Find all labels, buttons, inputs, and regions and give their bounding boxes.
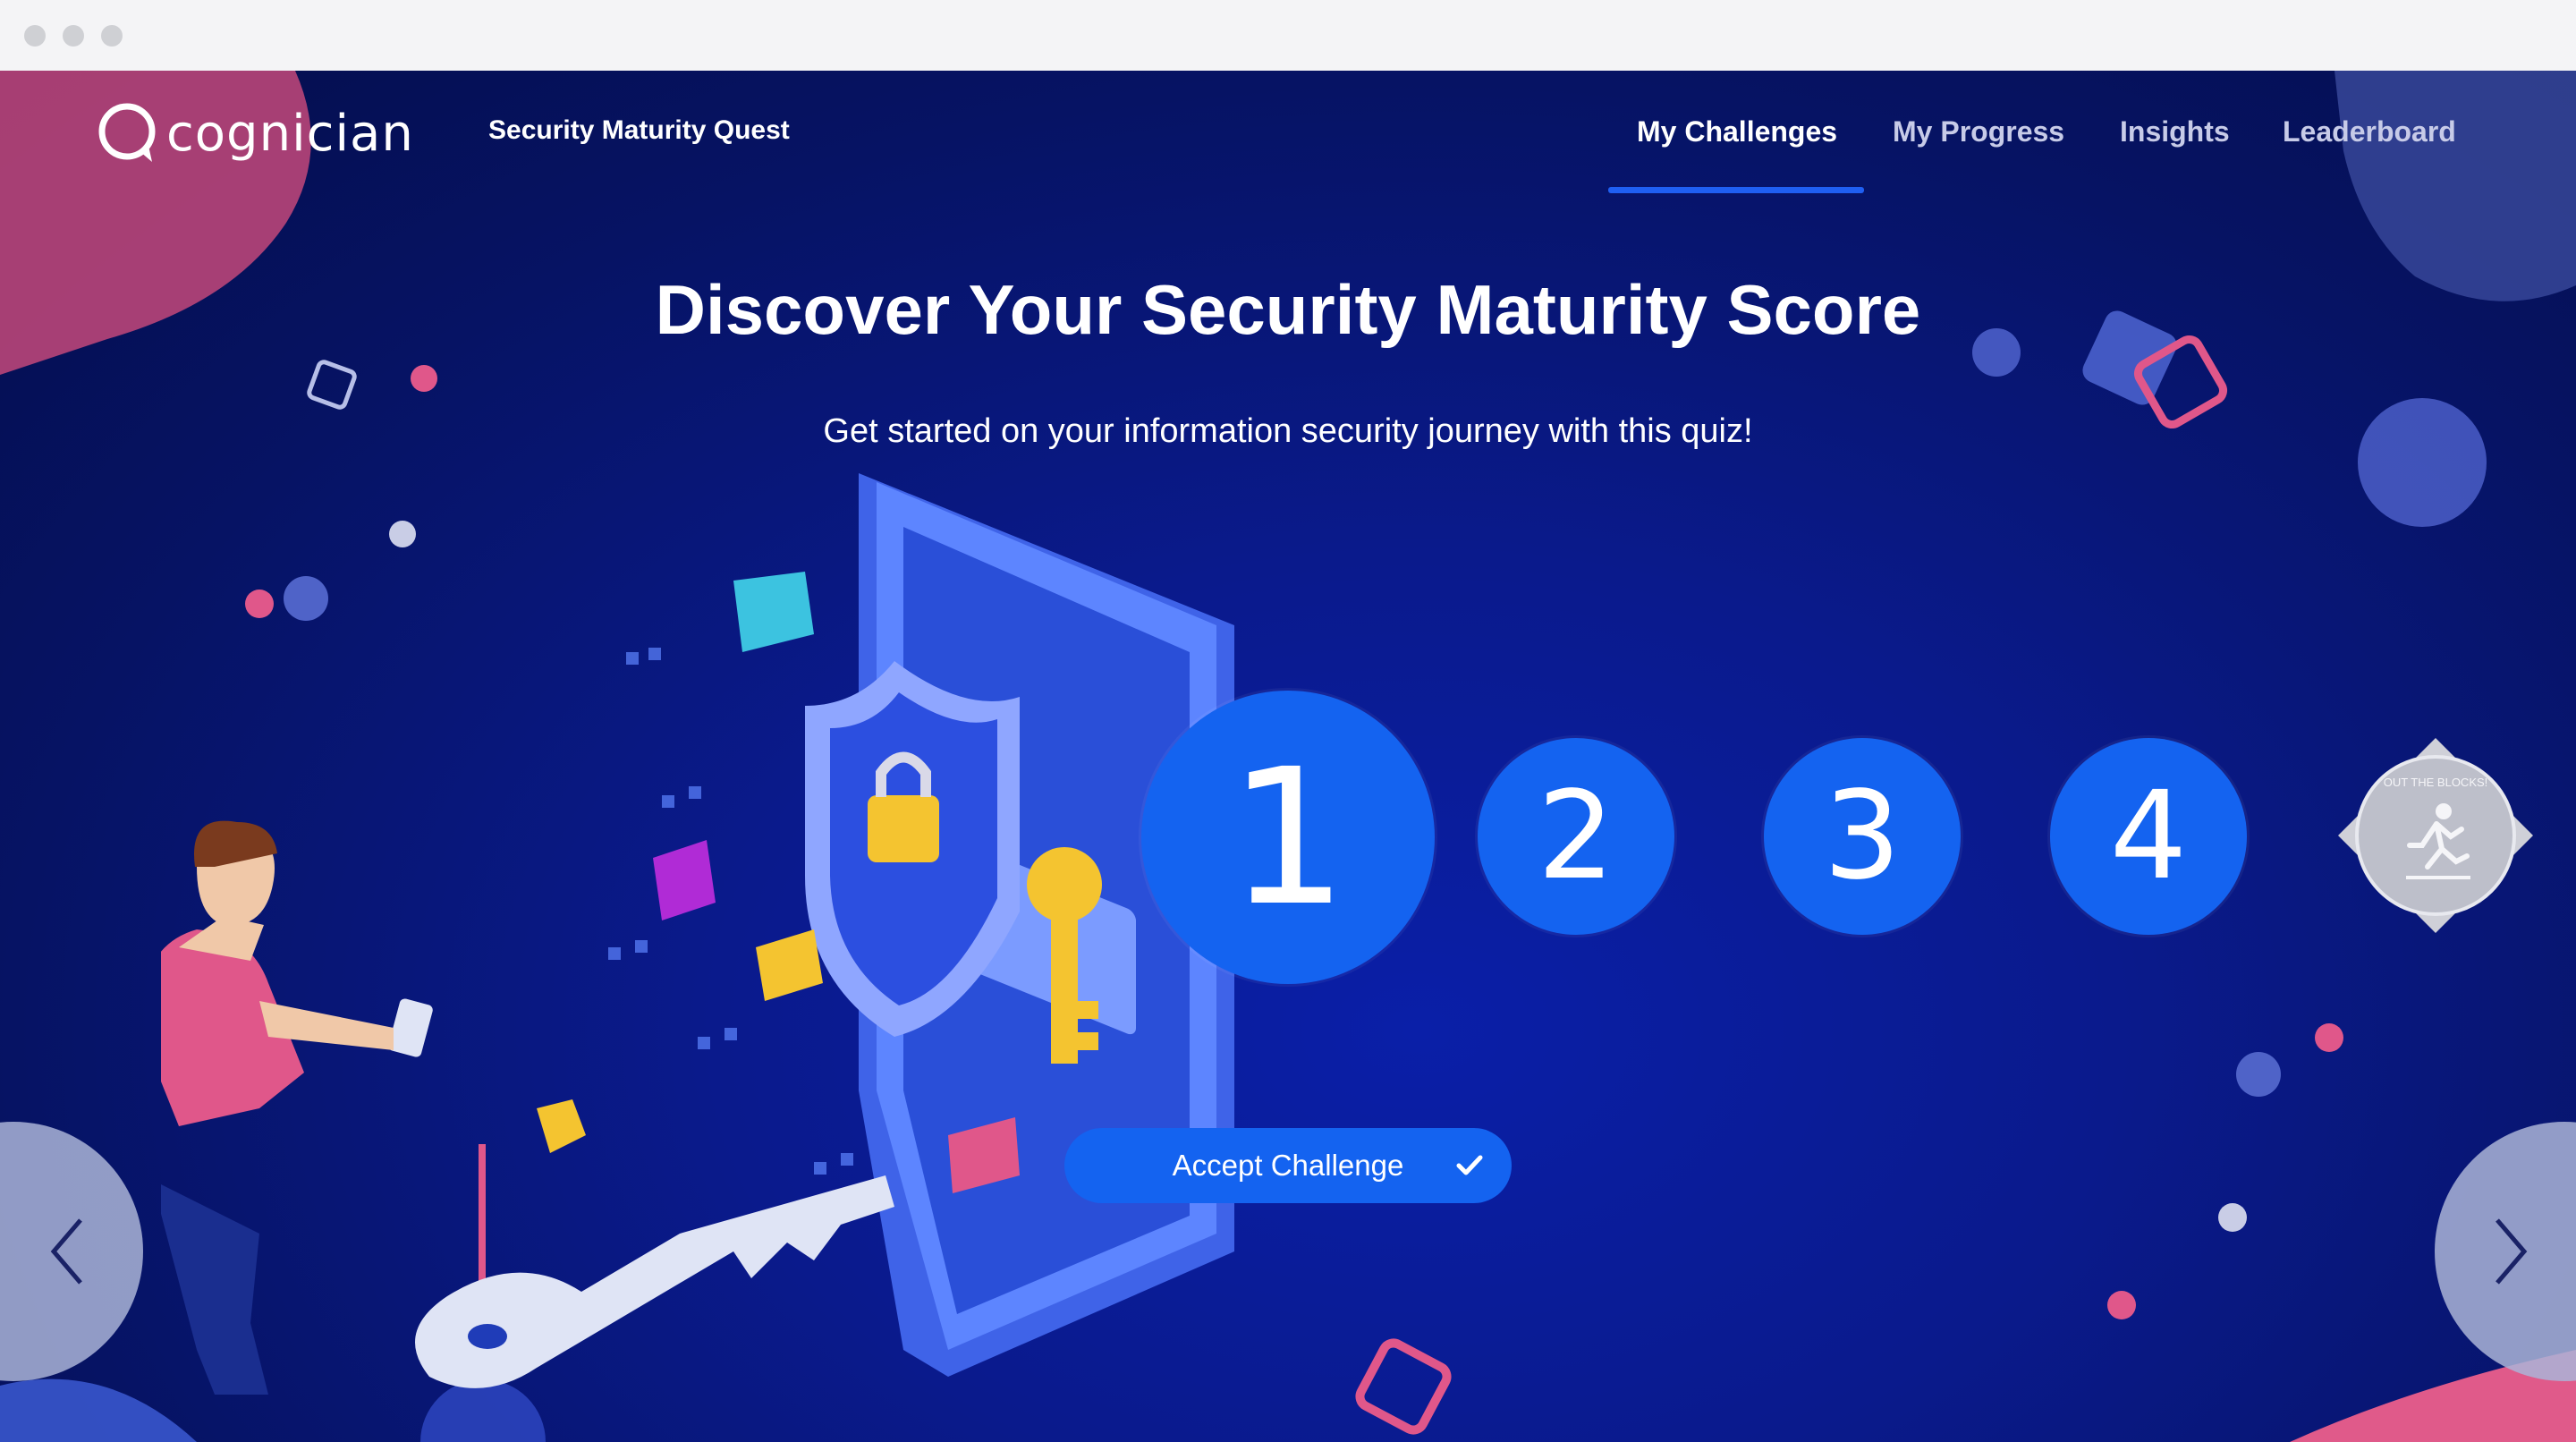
- step-number: 4: [2109, 766, 2188, 907]
- step-number: 2: [1537, 766, 1615, 907]
- check-icon: [1456, 1155, 1483, 1175]
- page-title: Discover Your Security Maturity Score: [655, 270, 1921, 349]
- accept-challenge-button[interactable]: Accept Challenge: [1064, 1128, 1512, 1203]
- runner-icon: [2338, 738, 2533, 933]
- window-minimize-dot[interactable]: [63, 25, 84, 47]
- window-maximize-dot[interactable]: [101, 25, 123, 47]
- achievement-badge[interactable]: OUT THE BLOCKS!: [2336, 736, 2535, 935]
- page-subtitle: Get started on your information security…: [823, 412, 1753, 450]
- app-title: Security Maturity Quest: [488, 115, 790, 145]
- nav-tab-leaderboard[interactable]: Leaderboard: [2283, 115, 2456, 148]
- nav-tab-insights[interactable]: Insights: [2120, 115, 2230, 148]
- step-circle-2[interactable]: 2: [1478, 738, 1674, 935]
- accept-challenge-label: Accept Challenge: [1172, 1149, 1404, 1182]
- step-circle-1[interactable]: 1: [1141, 691, 1435, 984]
- hero-stage: cognician Security Maturity Quest My Cha…: [0, 71, 2576, 1442]
- step-number: 1: [1228, 727, 1348, 947]
- nav-tab-my-progress[interactable]: My Progress: [1893, 115, 2064, 148]
- badge-label: OUT THE BLOCKS!: [2383, 776, 2488, 789]
- step-circle-3[interactable]: 3: [1764, 738, 1961, 935]
- window-titlebar: [0, 0, 2576, 71]
- window-close-dot[interactable]: [24, 25, 46, 47]
- nav-tab-my-challenges[interactable]: My Challenges: [1637, 115, 1837, 148]
- chevron-right-icon: [2496, 1218, 2528, 1285]
- brand-logo-text[interactable]: cognician: [166, 105, 414, 163]
- step-circle-4[interactable]: 4: [2050, 738, 2247, 935]
- chevron-left-icon: [50, 1218, 82, 1285]
- step-number: 3: [1823, 766, 1902, 907]
- cognician-logo-icon[interactable]: [97, 101, 161, 165]
- nav-active-indicator: [1608, 187, 1864, 193]
